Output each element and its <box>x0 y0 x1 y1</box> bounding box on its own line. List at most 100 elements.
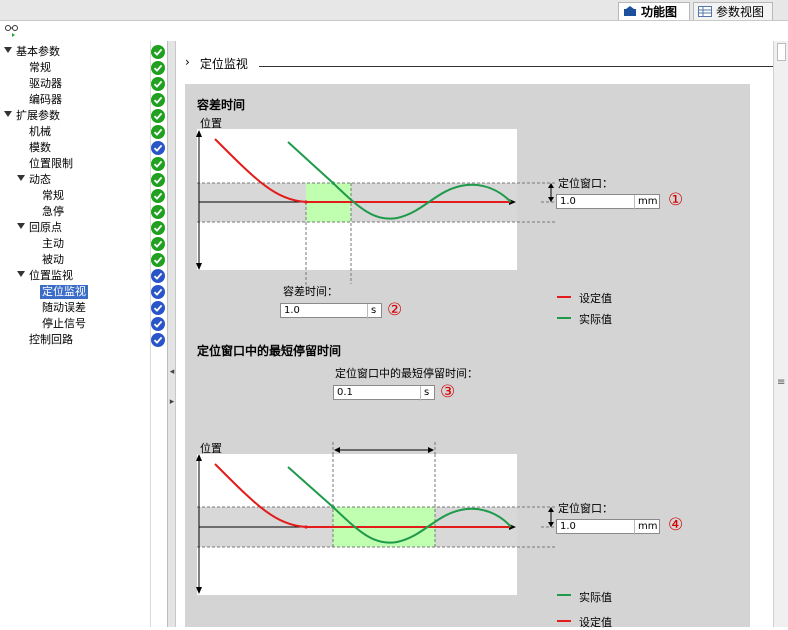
legend2-actual-label: 实际值 <box>579 591 612 604</box>
expand-right-icon[interactable]: ▸ <box>169 397 175 407</box>
tolerance-time-value: 1.0 <box>284 305 300 316</box>
tree-item-label: 驱动器 <box>29 77 62 90</box>
legend2-actual-swatch <box>557 594 571 596</box>
tree-item[interactable]: 回原点 <box>0 220 168 236</box>
tree-item[interactable]: 定位监视 <box>0 284 168 300</box>
status-check-icon <box>151 285 165 299</box>
tolerance-time-label: 容差时间： <box>283 285 338 298</box>
vertical-scrollbar[interactable]: ≡ <box>773 41 788 627</box>
positioning-window-2-value: 1.0 <box>560 521 576 532</box>
tree-item-label: 模数 <box>29 141 51 154</box>
tree-item-label: 机械 <box>29 125 51 138</box>
diagram2-title: 定位窗口中的最短停留时间 <box>197 344 342 358</box>
tree-item[interactable]: 急停 <box>0 204 168 220</box>
tab-parameter-view-label: 参数视图 <box>716 5 765 19</box>
tab-parameter-view[interactable]: 参数视图 <box>693 2 773 20</box>
marker-1: ① <box>668 190 684 210</box>
tree-item-label: 扩展参数 <box>16 109 60 122</box>
panel-splitter[interactable]: ◂ ▸ <box>168 41 176 627</box>
tree-item-label: 被动 <box>42 253 64 266</box>
status-check-icon <box>151 141 165 155</box>
status-check-icon <box>151 125 165 139</box>
content-area: › 定位监视 容差时间 位置 定位窗口： 1.0 mm ① 容差时间： 1.0 … <box>177 41 773 629</box>
diagram2-y-label: 位置 <box>200 442 222 455</box>
tree-item[interactable]: 位置限制 <box>0 156 168 172</box>
status-check-icon <box>151 205 165 219</box>
marker-2: ② <box>387 300 403 320</box>
tree-item[interactable]: 常规 <box>0 60 168 76</box>
tree-item-label: 随动误差 <box>42 301 86 314</box>
tree-item[interactable]: 被动 <box>0 252 168 268</box>
tab-function-view-label: 功能图 <box>641 5 678 19</box>
positioning-window-unit: mm <box>634 195 657 210</box>
legend2-setpoint-label: 设定值 <box>579 616 612 629</box>
expand-arrow-icon[interactable] <box>17 223 25 229</box>
expand-arrow-icon[interactable] <box>17 271 25 277</box>
tree-item-label: 主动 <box>42 237 64 250</box>
status-check-icon <box>151 173 165 187</box>
tree-item-label: 控制回路 <box>29 333 73 346</box>
section-arrow-icon: › <box>185 55 190 69</box>
tree-item-label: 常规 <box>42 189 64 202</box>
tree-item[interactable]: 动态 <box>0 172 168 188</box>
status-check-icon <box>151 109 165 123</box>
diagram2-plot <box>196 442 559 595</box>
tree-item-label: 编码器 <box>29 93 62 106</box>
legend1-actual-swatch <box>557 317 571 319</box>
parameter-view-icon <box>698 6 712 17</box>
status-check-icon <box>151 221 165 235</box>
expand-arrow-icon[interactable] <box>17 175 25 181</box>
tab-function-view[interactable]: 功能图 <box>618 2 690 20</box>
status-check-icon <box>151 301 165 315</box>
marker-3: ③ <box>440 382 456 402</box>
tree-item[interactable]: 随动误差 <box>0 300 168 316</box>
status-check-icon <box>151 237 165 251</box>
tolerance-time-unit: s <box>367 304 376 319</box>
status-check-icon <box>151 269 165 283</box>
collapse-left-icon[interactable]: ◂ <box>169 367 175 377</box>
tree-item-label: 基本参数 <box>16 45 60 58</box>
scrollbar-thumb[interactable] <box>777 43 786 61</box>
tree-item-label: 动态 <box>29 173 51 186</box>
toolbar <box>0 21 788 41</box>
status-check-icon <box>151 93 165 107</box>
tree-item[interactable]: 机械 <box>0 124 168 140</box>
section-header: › 定位监视 <box>185 55 248 72</box>
expand-arrow-icon[interactable] <box>4 111 12 117</box>
positioning-window-input[interactable]: 1.0 mm <box>556 194 660 210</box>
tree-item[interactable]: 编码器 <box>0 92 168 108</box>
scrollbar-grip-icon[interactable]: ≡ <box>777 377 785 388</box>
status-check-icon <box>151 157 165 171</box>
min-dwell-time-input[interactable]: 0.1 s <box>333 385 435 401</box>
status-check-icon <box>151 189 165 203</box>
min-dwell-time-value: 0.1 <box>337 387 353 398</box>
tree-item[interactable]: 控制回路 <box>0 332 168 348</box>
min-dwell-time-label: 定位窗口中的最短停留时间： <box>335 367 478 380</box>
tree-item-label: 位置监视 <box>29 269 73 282</box>
tree-item[interactable]: 停止信号 <box>0 316 168 332</box>
tolerance-time-input[interactable]: 1.0 s <box>280 303 382 319</box>
positioning-window-2-label: 定位窗口： <box>558 502 613 515</box>
tree-item-label: 常规 <box>29 61 51 74</box>
tree-item[interactable]: 扩展参数 <box>0 108 168 124</box>
positioning-window-2-input[interactable]: 1.0 mm <box>556 519 660 535</box>
tree-item-label: 停止信号 <box>42 317 86 330</box>
tree-item[interactable]: 驱动器 <box>0 76 168 92</box>
marker-4: ④ <box>668 515 684 535</box>
glasses-icon[interactable] <box>4 23 20 40</box>
positioning-window-2-unit: mm <box>634 520 657 535</box>
status-check-icon <box>151 61 165 75</box>
legend1-setpoint-swatch <box>557 296 571 298</box>
tree-item[interactable]: 常规 <box>0 188 168 204</box>
tree-item[interactable]: 模数 <box>0 140 168 156</box>
tree-item[interactable]: 位置监视 <box>0 268 168 284</box>
tree-item[interactable]: 基本参数 <box>0 44 168 60</box>
status-check-icon <box>151 317 165 331</box>
positioning-window-label: 定位窗口： <box>558 177 613 190</box>
tree-item[interactable]: 主动 <box>0 236 168 252</box>
status-check-icon <box>151 45 165 59</box>
expand-arrow-icon[interactable] <box>4 47 12 53</box>
status-check-icon <box>151 333 165 347</box>
positioning-window-value: 1.0 <box>560 196 576 207</box>
tree-status-divider <box>150 41 151 627</box>
